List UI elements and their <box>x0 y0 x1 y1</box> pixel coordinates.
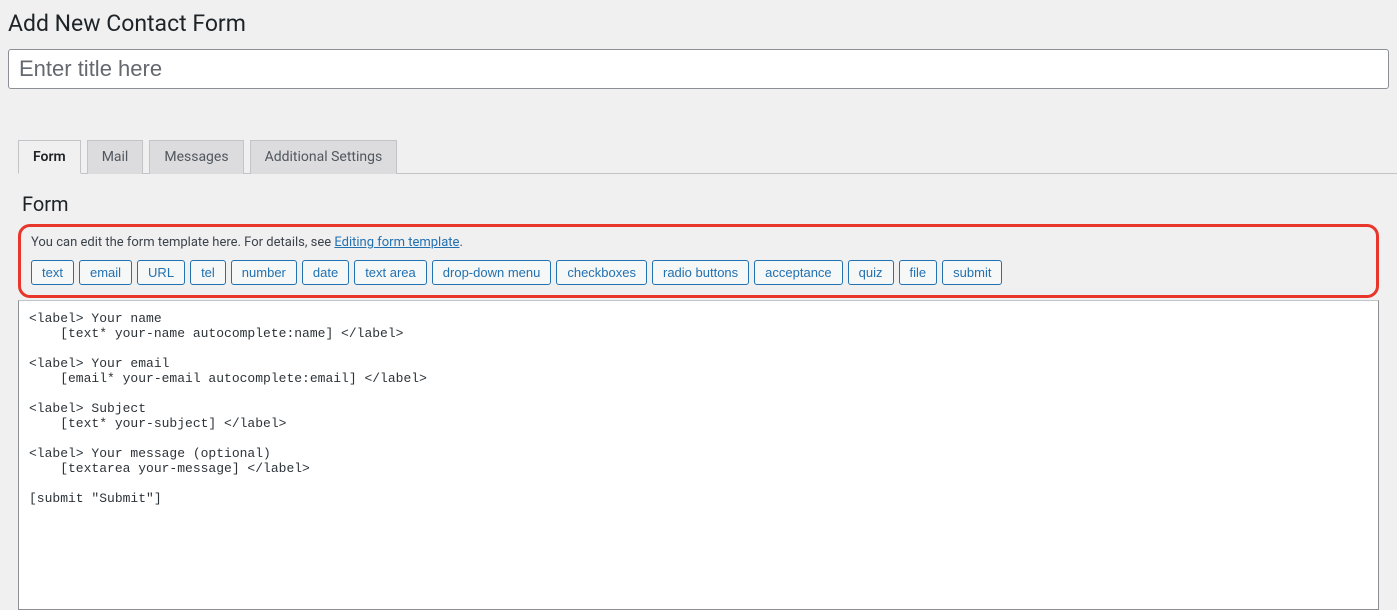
tag-btn-radio[interactable]: radio buttons <box>652 260 749 285</box>
tab-messages[interactable]: Messages <box>149 140 243 174</box>
tab-form[interactable]: Form <box>18 140 81 174</box>
tag-btn-date[interactable]: date <box>302 260 349 285</box>
tag-btn-submit[interactable]: submit <box>942 260 1002 285</box>
page-title: Add New Contact Form <box>0 0 1397 37</box>
tag-btn-file[interactable]: file <box>899 260 938 285</box>
hint-link[interactable]: Editing form template <box>334 235 459 250</box>
tag-buttons: text email URL tel number date text area… <box>31 260 1366 285</box>
tag-btn-dropdown[interactable]: drop-down menu <box>432 260 552 285</box>
tag-btn-tel[interactable]: tel <box>190 260 226 285</box>
tag-btn-textarea[interactable]: text area <box>354 260 427 285</box>
tag-btn-number[interactable]: number <box>231 260 297 285</box>
tag-btn-text[interactable]: text <box>31 260 74 285</box>
form-template-editor[interactable]: <label> Your name [text* your-name autoc… <box>18 300 1379 610</box>
hint-suffix: . <box>459 235 462 250</box>
tag-btn-url[interactable]: URL <box>137 260 185 285</box>
hint-text: You can edit the form template here. For… <box>31 235 1366 250</box>
toolbar-highlight: You can edit the form template here. For… <box>18 224 1379 298</box>
hint-prefix: You can edit the form template here. For… <box>31 235 334 250</box>
panel-heading: Form <box>18 192 1379 216</box>
tabs: Form Mail Messages Additional Settings <box>18 139 1397 174</box>
tag-btn-email[interactable]: email <box>79 260 132 285</box>
tag-btn-checkboxes[interactable]: checkboxes <box>556 260 647 285</box>
title-input[interactable] <box>8 49 1389 89</box>
tab-additional-settings[interactable]: Additional Settings <box>250 140 398 174</box>
tag-btn-quiz[interactable]: quiz <box>848 260 894 285</box>
tag-btn-acceptance[interactable]: acceptance <box>754 260 843 285</box>
tab-mail[interactable]: Mail <box>87 140 144 174</box>
